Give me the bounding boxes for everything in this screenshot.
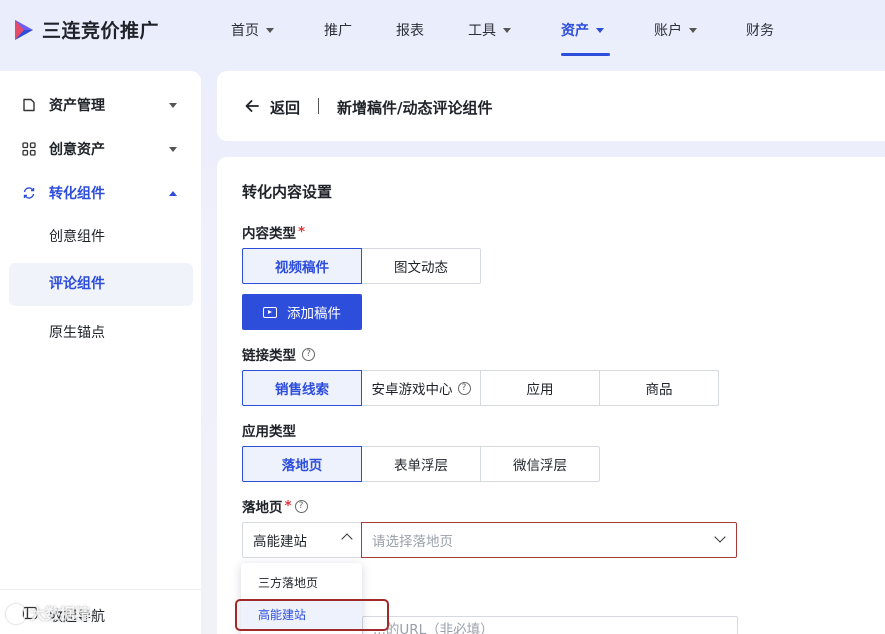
brand-logo[interactable]: 三连竞价推广 bbox=[12, 16, 159, 43]
document-icon bbox=[23, 98, 35, 112]
nav-item-home[interactable]: 首页 bbox=[231, 20, 274, 40]
play-logo-icon bbox=[15, 19, 33, 40]
required-mark: * bbox=[284, 498, 292, 514]
link-type-app[interactable]: 应用 bbox=[480, 370, 600, 406]
arrow-left-icon[interactable] bbox=[244, 98, 260, 114]
top-navigation: 三连竞价推广 首页 推广 报表 工具 资产 账户 财务 bbox=[0, 0, 885, 60]
sidebar-item-creative-components[interactable]: 创意组件 bbox=[9, 216, 193, 259]
chevron-down-icon bbox=[169, 102, 177, 108]
sidebar-group-asset-management[interactable]: 资产管理 bbox=[0, 90, 201, 120]
watermark-icon bbox=[6, 603, 26, 624]
landing-page-row: 高能建站 请选择落地页 bbox=[242, 522, 737, 558]
landing-page-picker[interactable]: 请选择落地页 bbox=[361, 522, 737, 558]
page-header: 返回 新增稿件/动态评论组件 bbox=[217, 71, 885, 141]
nav-item-tools[interactable]: 工具 bbox=[468, 20, 511, 40]
refresh-icon bbox=[23, 187, 35, 199]
link-type-sales-leads[interactable]: 销售线索 bbox=[242, 370, 362, 406]
chevron-down-icon bbox=[169, 146, 177, 152]
add-manuscript-button[interactable]: 添加稿件 bbox=[242, 294, 362, 330]
nav-item-promotion[interactable]: 推广 bbox=[324, 20, 352, 40]
sidebar-group-conversion-components[interactable]: 转化组件 bbox=[0, 178, 201, 208]
help-icon[interactable]: ? bbox=[457, 381, 471, 395]
help-icon[interactable]: ? bbox=[294, 499, 308, 513]
sidebar-item-comment-components[interactable]: 评论组件 bbox=[9, 263, 193, 306]
sidebar-group-creative-assets[interactable]: 创意资产 bbox=[0, 134, 201, 164]
brand-name: 三连竞价推广 bbox=[42, 20, 160, 42]
app-type-landing-page[interactable]: 落地页 bbox=[242, 446, 362, 482]
section-title: 转化内容设置 bbox=[242, 183, 333, 201]
chevron-down-icon bbox=[503, 27, 511, 33]
app-type-selector: 落地页 表单浮层 微信浮层 bbox=[242, 446, 600, 482]
content-type-selector: 视频稿件 图文动态 bbox=[242, 248, 481, 284]
header-divider bbox=[318, 98, 319, 114]
nav-active-indicator bbox=[561, 53, 610, 56]
link-type-android-game-center[interactable]: 安卓游戏中心? bbox=[361, 370, 481, 406]
content-type-label: 内容类型 * bbox=[242, 224, 306, 242]
app-type-label: 应用类型 bbox=[242, 424, 296, 440]
video-play-icon bbox=[263, 306, 277, 318]
app-type-wechat-overlay[interactable]: 微信浮层 bbox=[480, 446, 600, 482]
chevron-down-icon bbox=[689, 27, 697, 33]
chevron-down-icon bbox=[714, 531, 726, 543]
grid-icon bbox=[22, 142, 36, 156]
sidebar-item-native-anchors[interactable]: 原生锚点 bbox=[9, 312, 193, 355]
highlight-annotation bbox=[235, 599, 389, 631]
page-title: 新增稿件/动态评论组件 bbox=[337, 99, 493, 117]
sidebar: 资产管理 创意资产 转化组件 创意组件 评论组件 原生锚点 bbox=[0, 71, 201, 634]
nav-item-assets[interactable]: 资产 bbox=[561, 20, 604, 40]
chevron-down-icon bbox=[596, 27, 604, 33]
landing-page-source-select[interactable]: 高能建站 bbox=[242, 522, 362, 558]
help-icon[interactable]: ? bbox=[302, 347, 315, 361]
chevron-up-icon bbox=[169, 190, 177, 196]
nav-item-reports[interactable]: 报表 bbox=[396, 20, 424, 40]
app-type-form-overlay[interactable]: 表单浮层 bbox=[361, 446, 481, 482]
chevron-up-icon bbox=[341, 533, 353, 545]
required-mark: * bbox=[298, 224, 306, 240]
back-link[interactable]: 返回 bbox=[270, 97, 300, 118]
link-type-selector: 销售线索 安卓游戏中心? 应用 商品 bbox=[242, 370, 719, 406]
link-type-product[interactable]: 商品 bbox=[599, 370, 719, 406]
content-type-video[interactable]: 视频稿件 bbox=[242, 248, 362, 284]
watermark: 大数据精 bbox=[6, 603, 90, 624]
content-type-image-text[interactable]: 图文动态 bbox=[361, 248, 481, 284]
link-type-label: 链接类型? bbox=[242, 344, 315, 364]
nav-item-account[interactable]: 账户 bbox=[654, 20, 697, 40]
landing-page-label: 落地页 *? bbox=[242, 496, 308, 516]
dropdown-option-third-party[interactable]: 三方落地页 bbox=[241, 568, 362, 598]
url-input[interactable]: ...的URL（非必填） bbox=[362, 616, 738, 634]
nav-item-finance[interactable]: 财务 bbox=[746, 20, 774, 40]
chevron-down-icon bbox=[266, 27, 274, 33]
